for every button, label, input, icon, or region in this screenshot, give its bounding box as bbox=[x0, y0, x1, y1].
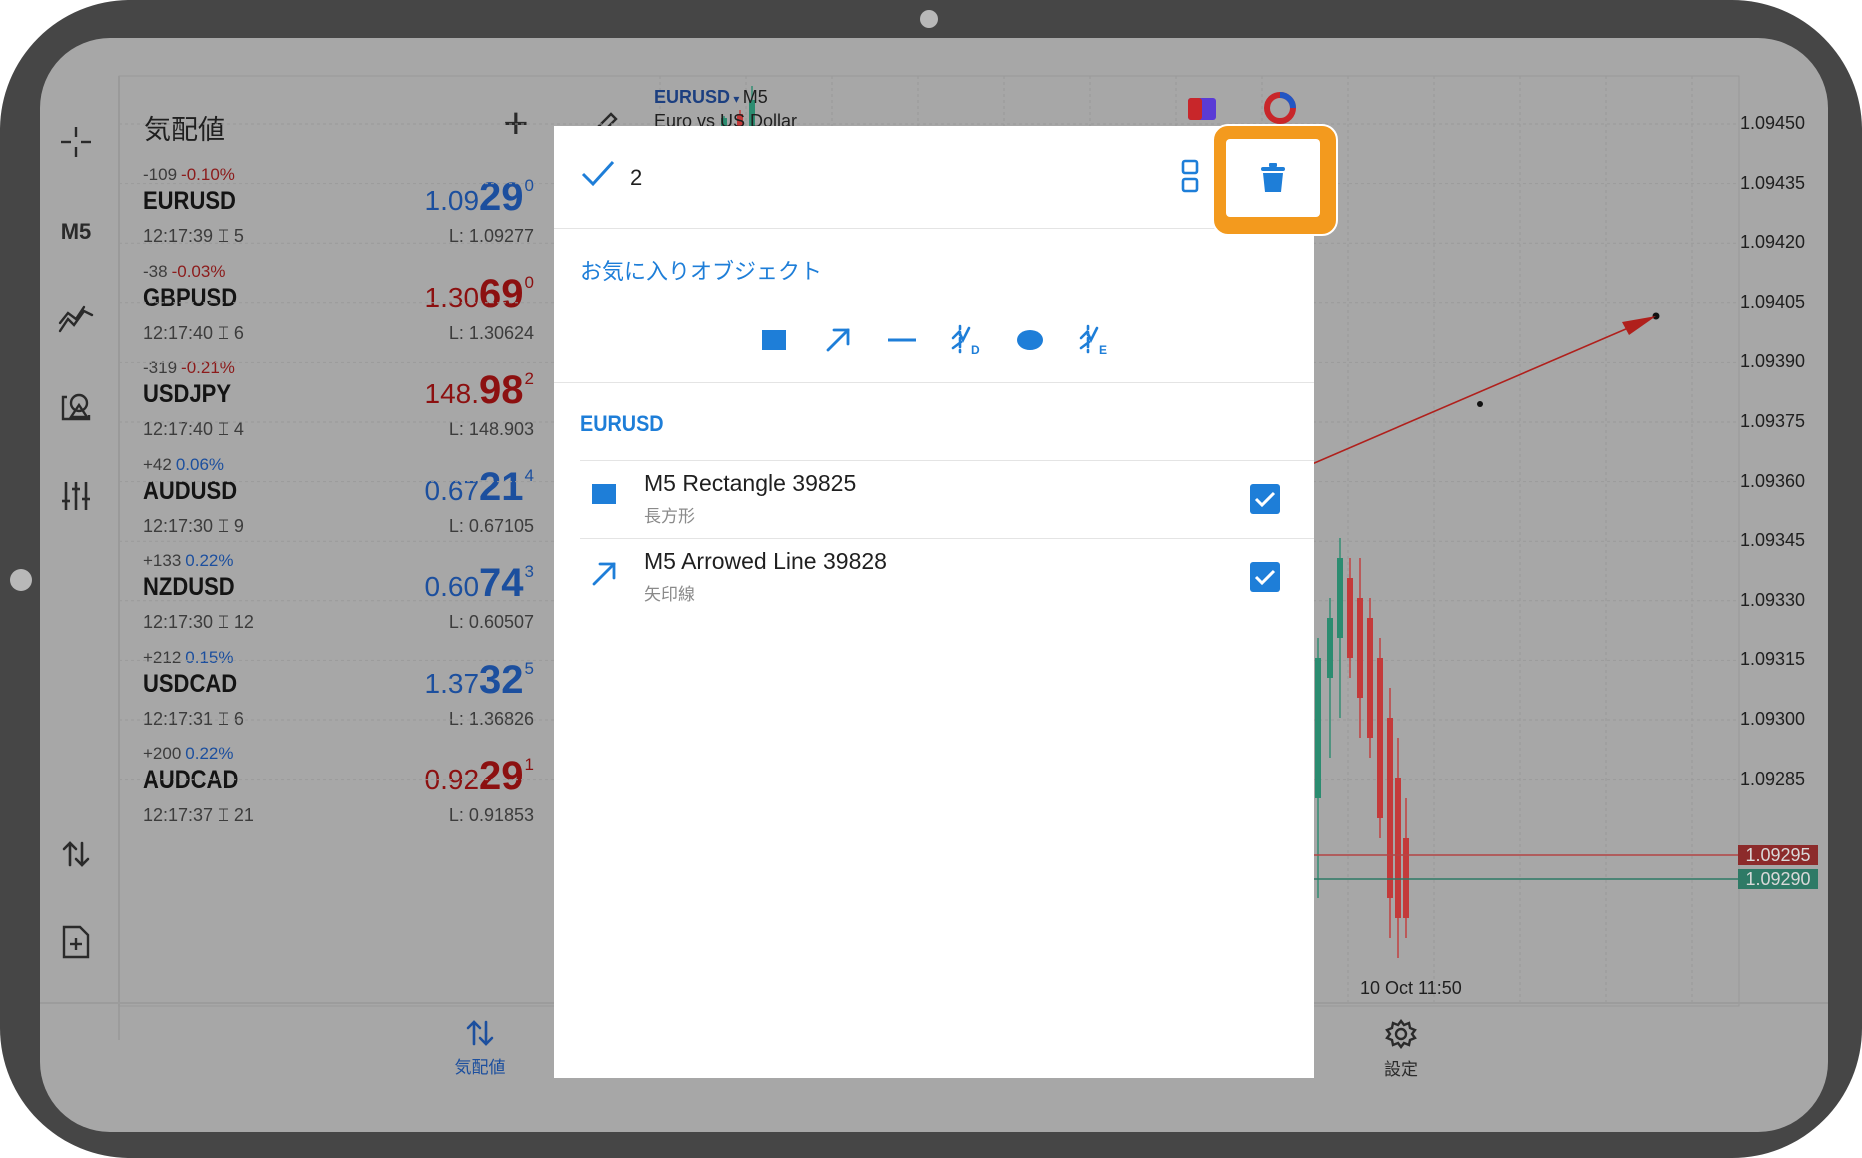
rectangle-icon bbox=[590, 482, 618, 510]
candle-body bbox=[1395, 778, 1401, 918]
price-level-label: 1.09285 bbox=[1740, 768, 1806, 789]
nav-quotes[interactable]: 気配値 bbox=[440, 1018, 520, 1078]
ellipse-icon[interactable] bbox=[1010, 320, 1050, 360]
favorites-title: お気に入りオブジェクト bbox=[580, 260, 823, 285]
svg-text:D: D bbox=[971, 343, 980, 356]
price-level-label: 1.09435 bbox=[1740, 172, 1806, 193]
trash-icon bbox=[1261, 163, 1285, 192]
dialog-header-divider bbox=[554, 228, 1314, 229]
price-level-label: 1.09315 bbox=[1740, 649, 1806, 670]
candle-body bbox=[1387, 718, 1393, 898]
quotes-arrows-icon bbox=[466, 1020, 494, 1046]
selected-count: 2 bbox=[630, 165, 643, 190]
object-checkbox[interactable] bbox=[1250, 562, 1280, 592]
symbol-group-title: EURUSD bbox=[580, 411, 664, 436]
arrowhead bbox=[1622, 316, 1656, 335]
object-type: 長方形 bbox=[644, 507, 695, 527]
delete-button[interactable] bbox=[1226, 139, 1320, 217]
objects-dialog: 2 お気に入りオブジェクト D E EURUSD M5 Rectangle 39… bbox=[554, 126, 1314, 1078]
price-level-label: 1.09330 bbox=[1740, 589, 1806, 610]
price-level-label: 1.09450 bbox=[1740, 113, 1806, 133]
delete-highlight bbox=[1212, 124, 1338, 236]
horizontal-line-icon[interactable] bbox=[882, 320, 922, 360]
price-level-label: 1.09390 bbox=[1740, 351, 1806, 372]
side-button bbox=[10, 569, 32, 591]
select-all-check-icon[interactable] bbox=[580, 159, 616, 193]
select-mode-icon[interactable] bbox=[1180, 158, 1200, 198]
price-level-label: 1.09375 bbox=[1740, 411, 1806, 431]
rectangle-icon[interactable] bbox=[754, 320, 794, 360]
price-level-label: 1.09405 bbox=[1740, 291, 1806, 312]
price-level-label: 1.09420 bbox=[1740, 232, 1806, 253]
fibonacci-d-icon[interactable]: D bbox=[946, 320, 986, 360]
time-axis-label: 10 Oct 11:50 bbox=[1360, 978, 1462, 998]
candle-body bbox=[1337, 558, 1343, 638]
object-row-rectangle[interactable]: M5 Rectangle 39825 長方形 bbox=[580, 460, 1314, 538]
candle-body bbox=[1327, 618, 1333, 678]
object-type: 矢印線 bbox=[644, 585, 695, 605]
object-name: M5 Arrowed Line 39828 bbox=[644, 548, 887, 574]
chart-timeframe: M5 bbox=[742, 87, 768, 107]
svg-text:E: E bbox=[1099, 343, 1107, 356]
price-level-label: 1.09360 bbox=[1740, 470, 1806, 491]
candle-body bbox=[1367, 618, 1373, 738]
price-level-label: 1.09345 bbox=[1740, 530, 1806, 551]
object-name: M5 Rectangle 39825 bbox=[644, 470, 857, 496]
candle-body bbox=[1377, 658, 1383, 818]
camera-dot bbox=[920, 10, 938, 28]
object-row-arrowed-line[interactable]: M5 Arrowed Line 39828 矢印線 bbox=[580, 538, 1314, 616]
nav-settings-label: 設定 bbox=[1384, 1060, 1418, 1080]
gear-icon bbox=[1385, 1019, 1417, 1049]
chart-symbol[interactable]: EURUSD bbox=[654, 87, 730, 107]
arrowed-line-midpoint bbox=[1477, 401, 1483, 407]
candle-body bbox=[1347, 578, 1353, 658]
nav-settings[interactable]: 設定 bbox=[1366, 1018, 1436, 1080]
price-level-label: 1.09300 bbox=[1740, 709, 1806, 729]
bid-price-tag: 1.09295 bbox=[1738, 845, 1818, 865]
candle-body bbox=[1403, 838, 1409, 918]
tablet-frame: M5 気配値 + -109 -0.10% EURUSD 12:17:39 ⌶ 5 1.0… bbox=[0, 0, 1862, 1158]
object-checkbox[interactable] bbox=[1250, 484, 1280, 514]
arrowed-line-icon bbox=[590, 560, 618, 592]
candle-body bbox=[1357, 598, 1363, 698]
arrowed-line-icon[interactable] bbox=[818, 320, 858, 360]
ask-price-tag: 1.09290 bbox=[1738, 869, 1818, 889]
nav-quotes-label: 気配値 bbox=[454, 1058, 506, 1078]
candle-body bbox=[1315, 658, 1321, 798]
fibonacci-e-icon[interactable]: E bbox=[1074, 320, 1114, 360]
favorites-divider bbox=[554, 382, 1314, 383]
